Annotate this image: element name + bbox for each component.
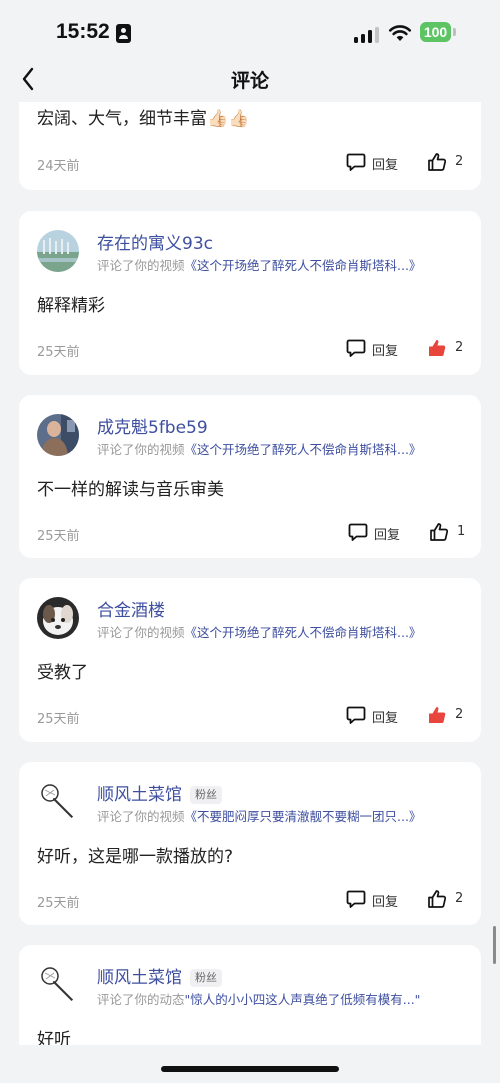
reply-label: 回复: [372, 711, 399, 726]
battery-level: 100: [420, 22, 451, 42]
video-link[interactable]: 《这个开场绝了醉死人不偿命肖斯塔科...》: [185, 258, 422, 273]
video-link[interactable]: 《这个开场绝了醉死人不偿命肖斯塔科...》: [185, 442, 422, 457]
fan-badge: 粉丝: [190, 786, 222, 804]
fan-badge: 粉丝: [190, 969, 222, 987]
scrollbar[interactable]: [493, 926, 496, 964]
username[interactable]: 存在的寓义93c: [97, 229, 213, 254]
like-count: 2: [455, 340, 464, 355]
comment-card: 存在的寓义93c 评论了你的视频《这个开场绝了醉死人不偿命肖斯塔科...》 解释…: [19, 211, 481, 375]
comment-context: 评论了你的视频《不要肥闷厚只要清澈靓不要糊一团只...》: [97, 809, 422, 824]
comment-text: 受教了: [37, 663, 88, 683]
like-count: 2: [455, 891, 464, 906]
thumbs-up-filled-icon: [429, 707, 446, 724]
post-link[interactable]: "惊人的小小四这人声真绝了低频有模有...": [185, 992, 421, 1007]
reply-label: 回复: [372, 895, 399, 910]
thumbs-up-icon: [430, 523, 449, 541]
username[interactable]: 合金酒楼: [97, 596, 165, 621]
comment-card: 顺风土菜馆 粉丝 评论了你的动态"惊人的小小四这人声真绝了低频有模有..." 好听: [19, 945, 481, 1045]
avatar[interactable]: [37, 597, 79, 639]
avatar[interactable]: [37, 414, 79, 456]
wifi-icon: [388, 25, 412, 41]
username[interactable]: 成克魁5fbe59: [97, 413, 208, 438]
comment-card: 成克魁5fbe59 评论了你的视频《这个开场绝了醉死人不偿命肖斯塔科...》 不…: [19, 395, 481, 558]
id-card-icon: [116, 24, 131, 43]
avatar[interactable]: [37, 230, 79, 272]
username[interactable]: 顺风土菜馆 粉丝: [97, 780, 222, 805]
thumbs-up-filled-icon: [429, 340, 446, 357]
nav-bar: 评论: [0, 62, 500, 96]
thumbs-up-icon: [428, 890, 447, 908]
battery-icon: 100: [420, 22, 456, 44]
reply-label: 回复: [372, 158, 399, 173]
username[interactable]: 顺风土菜馆 粉丝: [97, 963, 222, 988]
video-link[interactable]: 《这个开场绝了醉死人不偿命肖斯塔科...》: [185, 625, 422, 640]
status-time: 15:52: [56, 20, 110, 43]
comment-context: 评论了你的视频《这个开场绝了醉死人不偿命肖斯塔科...》: [97, 625, 422, 640]
comment-time: 24天前: [37, 159, 80, 174]
thumbs-up-icon: [428, 153, 447, 171]
comment-bubble-icon: [346, 706, 366, 724]
comment-context: 评论了你的动态"惊人的小小四这人声真绝了低频有模有...": [97, 992, 421, 1007]
like-count: 1: [457, 524, 466, 539]
comment-bubble-icon: [346, 890, 366, 908]
comment-bubble-icon: [348, 523, 368, 541]
comment-text: 好听，这是哪一款播放的?: [37, 847, 234, 867]
comment-time: 25天前: [37, 712, 80, 727]
comment-text: 好听: [37, 1030, 71, 1045]
reply-label: 回复: [372, 344, 399, 359]
like-count: 2: [455, 707, 464, 722]
home-indicator[interactable]: [161, 1066, 339, 1072]
comment-card: 顺风土菜馆 粉丝 评论了你的视频《不要肥闷厚只要清澈靓不要糊一团只...》 好听，…: [19, 762, 481, 925]
comment-bubble-icon: [346, 339, 366, 357]
comment-time: 25天前: [37, 345, 80, 360]
comment-time: 25天前: [37, 896, 80, 911]
page-title: 评论: [230, 70, 269, 92]
video-link[interactable]: 《不要肥闷厚只要清澈靓不要糊一团只...》: [185, 809, 422, 824]
like-count: 2: [455, 154, 464, 169]
avatar[interactable]: [37, 781, 79, 823]
reply-label: 回复: [374, 528, 401, 543]
comment-card: 宏阔、大气，细节丰富👍🏻👍🏻 24天前 回复 2: [19, 102, 481, 190]
comment-context: 评论了你的视频《这个开场绝了醉死人不偿命肖斯塔科...》: [97, 258, 422, 273]
avatar[interactable]: [37, 964, 79, 1006]
comment-time: 25天前: [37, 529, 80, 544]
comment-text: 解释精彩: [37, 296, 105, 316]
comment-card: 合金酒楼 评论了你的视频《这个开场绝了醉死人不偿命肖斯塔科...》 受教了 25…: [19, 578, 481, 742]
status-bar: 15:52 100: [0, 0, 500, 62]
comment-bubble-icon: [346, 153, 366, 171]
comment-feed[interactable]: 宏阔、大气，细节丰富👍🏻👍🏻 24天前 回复 2 存在的寓义93c 评论了你的视…: [0, 102, 500, 1045]
comment-text: 宏阔、大气，细节丰富👍🏻👍🏻: [37, 109, 250, 129]
comment-text: 不一样的解读与音乐审美: [37, 480, 224, 500]
cellular-signal-icon: [354, 27, 379, 43]
comment-context: 评论了你的视频《这个开场绝了醉死人不偿命肖斯塔科...》: [97, 442, 422, 457]
